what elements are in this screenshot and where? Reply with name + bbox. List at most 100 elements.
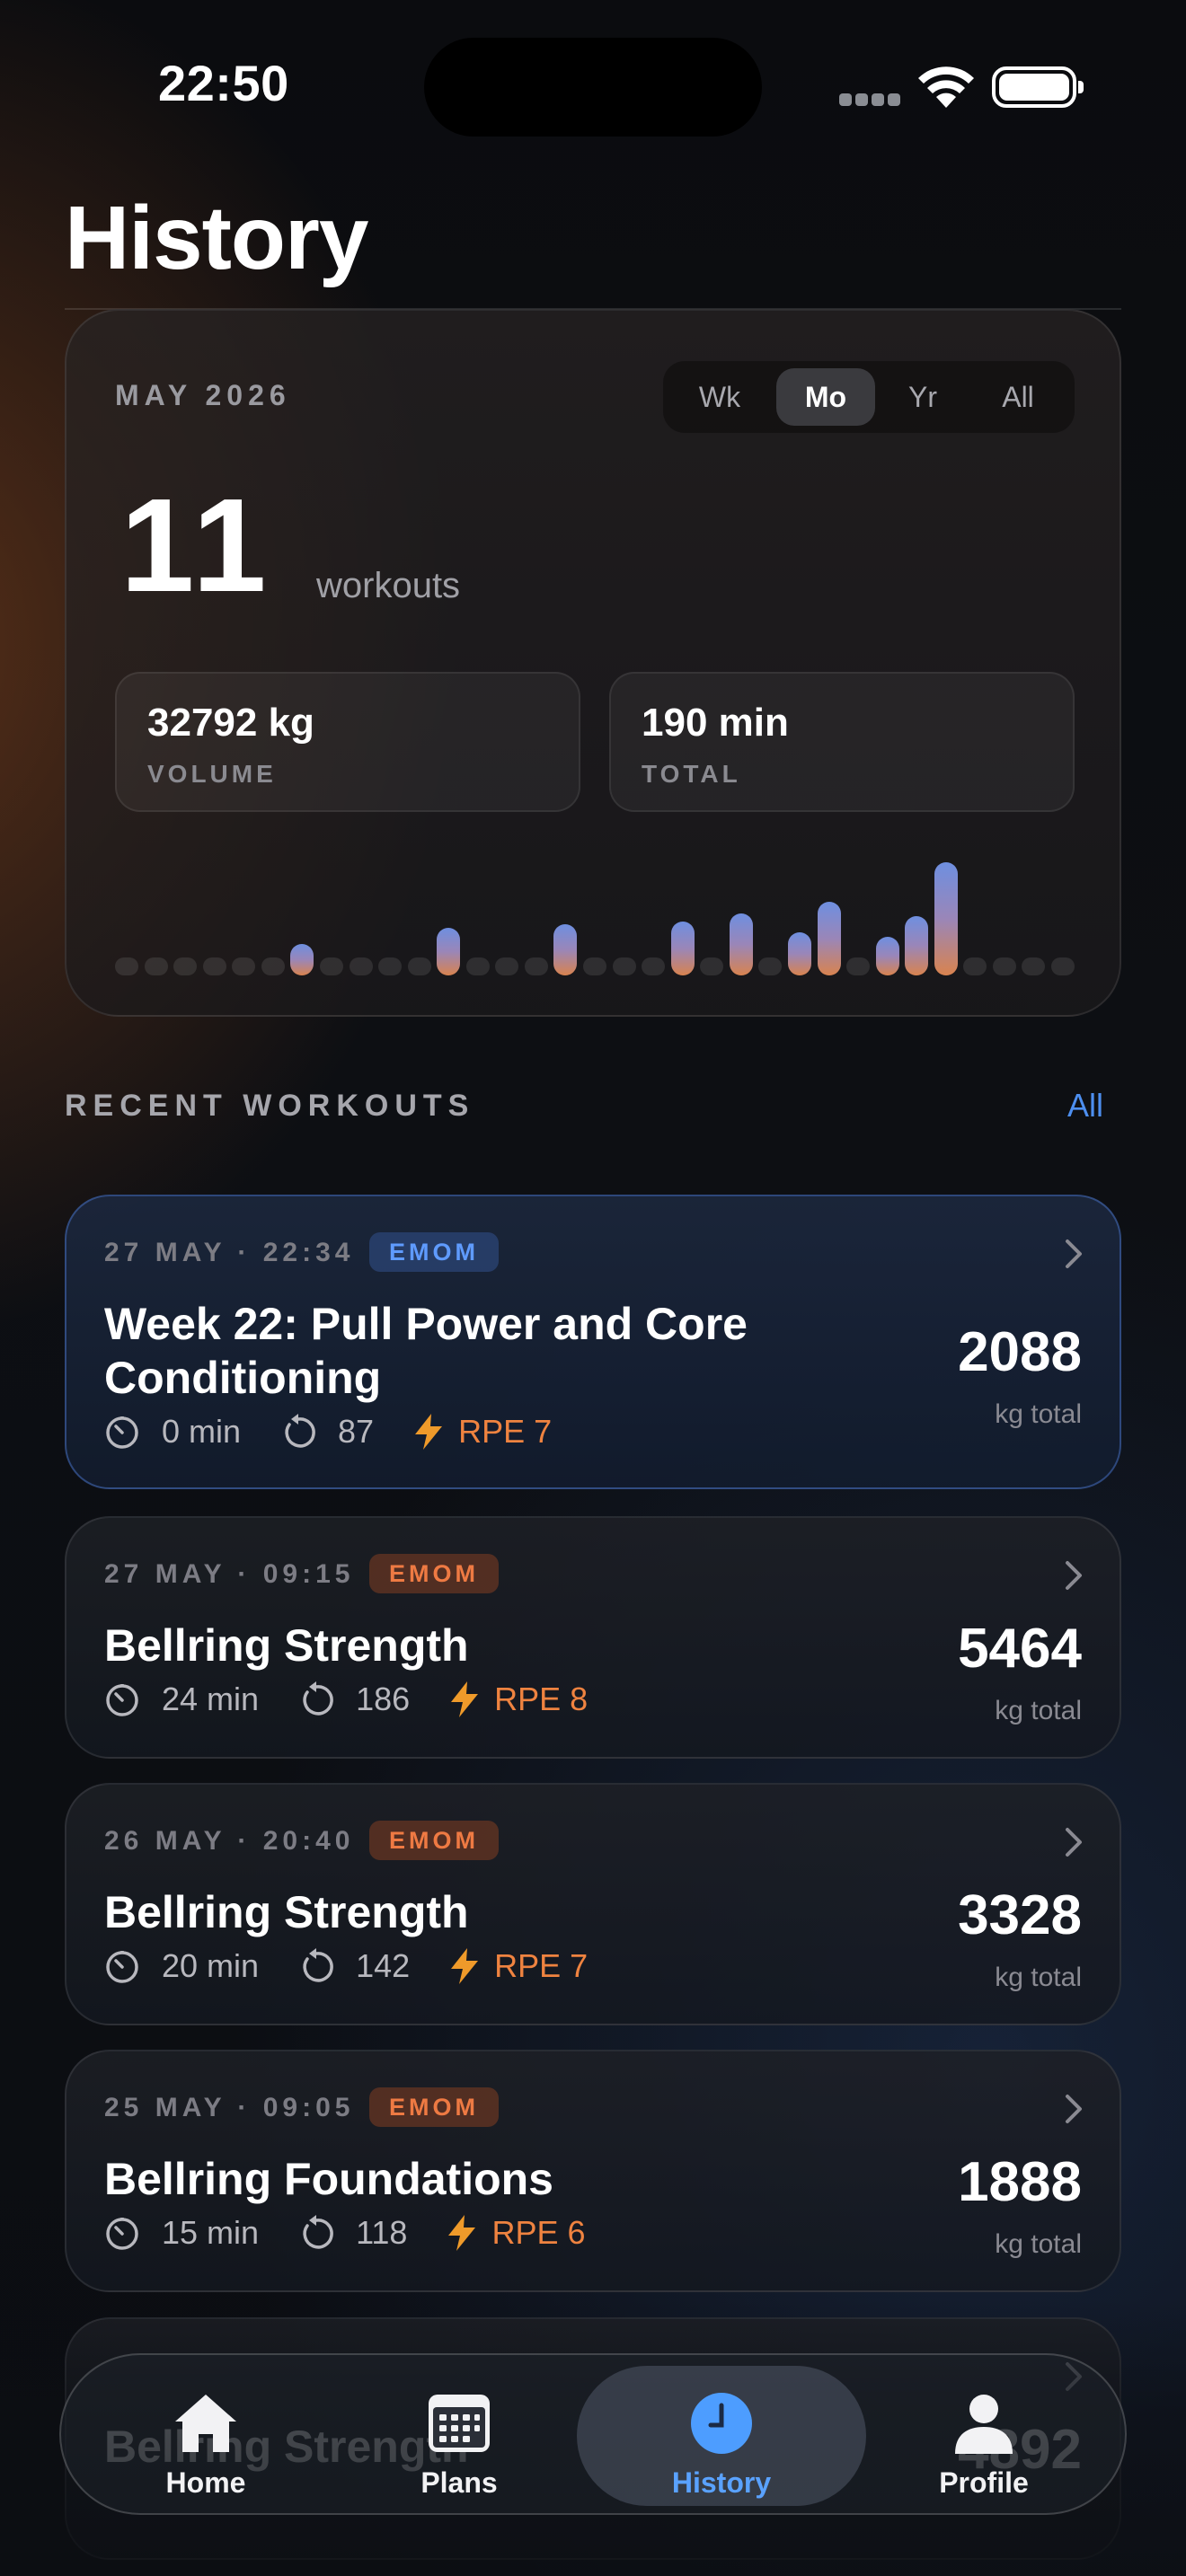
reps-icon <box>303 1681 333 1716</box>
workout-meta: 15 min 118 RPE 6 <box>104 2213 586 2253</box>
tab-history[interactable]: History <box>577 2366 866 2506</box>
duration-stat: 190 min TOTAL <box>609 672 1075 812</box>
workout-volume-label: kg total <box>995 2229 1082 2259</box>
tab-history-label: History <box>671 2466 772 2499</box>
empty-day-bar <box>465 957 490 975</box>
workout-type-badge: EMOM <box>369 1821 499 1860</box>
workout-volume-total: 5464 <box>958 1618 1082 1680</box>
workout-type-badge: EMOM <box>369 1554 499 1593</box>
workout-rpe: RPE 7 <box>458 1413 553 1450</box>
empty-day-bar <box>319 957 343 975</box>
tab-bar: Home Plans History Profile <box>59 2353 1127 2515</box>
volume-bar <box>670 921 695 975</box>
workout-duration: 24 min <box>162 1681 260 1717</box>
volume-bar <box>875 937 899 975</box>
timer-icon <box>106 2218 138 2250</box>
period-segmented-control: Wk Mo Yr All <box>663 361 1075 433</box>
volume-bar <box>437 928 461 975</box>
workout-card[interactable]: 25 MAY · 09:05 EMOM Bellring Foundations 15… <box>65 2050 1121 2292</box>
tab-home[interactable]: Home <box>79 2366 332 2506</box>
workout-reps: 186 <box>356 1681 411 1717</box>
chevron-right-icon <box>1066 1239 1082 1268</box>
period-label: MAY 2026 <box>115 379 291 411</box>
empty-day-bar <box>758 957 783 975</box>
workout-title: Bellring Strength <box>104 1620 469 1671</box>
workout-reps: 142 <box>356 1947 411 1984</box>
workout-type-badge: EMOM <box>369 2087 499 2127</box>
timer-icon <box>106 1416 138 1449</box>
chevron-right-icon <box>1066 1561 1082 1590</box>
workout-volume-label: kg total <box>995 1399 1082 1429</box>
volume-label: VOLUME <box>147 760 277 788</box>
recent-workouts-header: RECENT WORKOUTS <box>65 1089 475 1123</box>
wifi-icon <box>918 66 974 108</box>
workout-card[interactable]: 27 MAY · 09:15 EMOM Bellring Strength 24 mi… <box>65 1516 1121 1759</box>
empty-day-bar <box>1051 957 1075 975</box>
workout-meta: 0 min 87 RPE 7 <box>104 1412 552 1451</box>
status-bar: 22:50 <box>0 0 1186 180</box>
empty-day-bar <box>144 957 168 975</box>
volume-bar <box>290 943 314 975</box>
segment-all[interactable]: All <box>969 368 1067 426</box>
summary-card: MAY 2026 Wk Mo Yr All 11 workouts 32792 … <box>65 309 1121 1017</box>
workout-duration: 0 min <box>162 1413 242 1450</box>
workout-count-unit: workouts <box>316 566 461 605</box>
empty-day-bar <box>202 957 226 975</box>
workout-date: 27 MAY · 09:15 <box>104 1559 355 1589</box>
empty-day-bar <box>642 957 666 975</box>
see-all-link[interactable]: All <box>1067 1087 1103 1125</box>
tab-home-label: Home <box>165 2466 246 2499</box>
workout-meta: 20 min 142 RPE 7 <box>104 1946 588 1986</box>
segment-week[interactable]: Wk <box>670 368 769 426</box>
empty-day-bar <box>700 957 724 975</box>
tab-plans[interactable]: Plans <box>332 2366 586 2506</box>
duration-value: 190 min <box>642 701 789 745</box>
segment-month[interactable]: Mo <box>776 368 875 426</box>
empty-day-bar <box>173 957 198 975</box>
empty-day-bar <box>963 957 987 975</box>
workout-card[interactable]: 26 MAY · 20:40 EMOM Bellring Strength 20 mi… <box>65 1783 1121 2025</box>
workout-volume-total: 3328 <box>958 1884 1082 1946</box>
workout-chevron <box>1048 1826 1120 1862</box>
volume-bar <box>787 932 811 975</box>
empty-day-bar <box>261 957 285 975</box>
workout-title: Bellring Strength <box>104 1887 469 1937</box>
status-time: 22:50 <box>158 55 289 111</box>
workout-volume-total: 1888 <box>958 2151 1082 2213</box>
empty-day-bar <box>115 957 138 975</box>
workout-chevron <box>1048 1238 1120 1274</box>
battery-icon <box>992 66 1084 108</box>
workout-reps: 87 <box>338 1413 375 1450</box>
volume-stat: 32792 kg VOLUME <box>115 672 580 812</box>
bolt-icon <box>451 1948 479 1984</box>
tab-profile-label: Profile <box>939 2466 1029 2499</box>
reps-icon <box>303 2215 333 2249</box>
calendar-icon <box>429 2395 490 2452</box>
workout-duration: 20 min <box>162 1947 260 1984</box>
workout-meta: 24 min 186 RPE 8 <box>104 1680 588 1719</box>
empty-day-bar <box>495 957 519 975</box>
volume-bar <box>817 902 841 975</box>
bolt-icon <box>451 1681 479 1717</box>
dynamic-island <box>424 38 762 137</box>
tab-profile[interactable]: Profile <box>857 2366 1111 2506</box>
home-icon <box>175 2395 236 2452</box>
workout-chevron <box>1048 2093 1120 2129</box>
cellular-signal-icon <box>839 93 902 106</box>
workout-date: 25 MAY · 09:05 <box>104 2093 355 2122</box>
volume-bar <box>553 924 578 975</box>
daily-volume-bars <box>115 832 1075 975</box>
page-title: History <box>65 188 369 288</box>
volume-value: 32792 kg <box>147 701 314 745</box>
workout-title: Week 22: Pull Power and Core Conditionin… <box>104 1299 748 1403</box>
workout-card[interactable]: 27 MAY · 22:34 EMOM Week 22: Pull Power an… <box>65 1195 1121 1489</box>
empty-day-bar <box>612 957 636 975</box>
segment-year[interactable]: Yr <box>873 368 972 426</box>
chevron-right-icon <box>1066 1828 1082 1857</box>
tab-plans-label: Plans <box>420 2466 498 2499</box>
empty-day-bar <box>1022 957 1046 975</box>
workout-volume-label: kg total <box>995 1963 1082 1992</box>
volume-bar <box>905 916 929 975</box>
workout-date: 26 MAY · 20:40 <box>104 1826 355 1856</box>
empty-day-bar <box>583 957 606 975</box>
